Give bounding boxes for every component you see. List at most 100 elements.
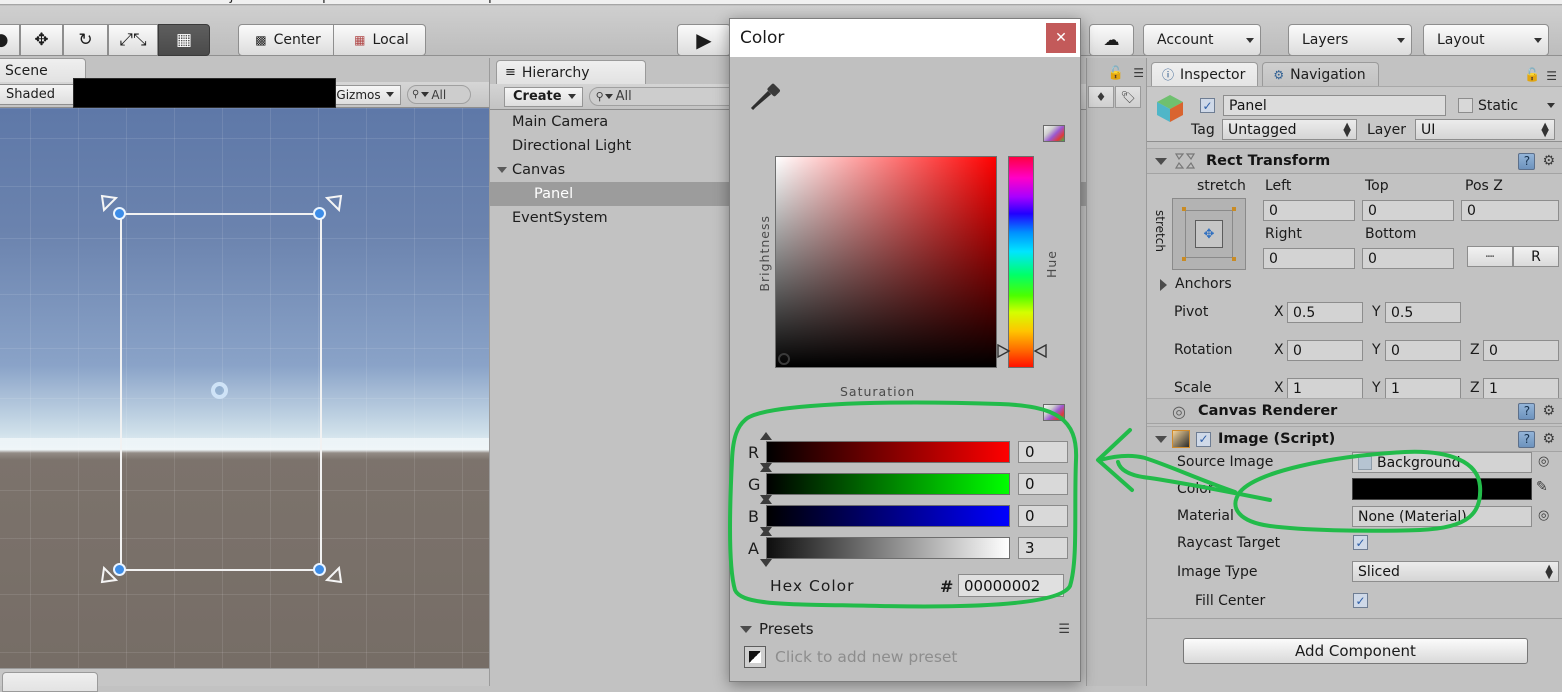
chevron-down-icon[interactable] (497, 167, 507, 173)
add-preset-button[interactable] (744, 646, 766, 668)
channel-r-thumb-top[interactable] (760, 432, 772, 440)
anchor-preset-widget[interactable]: ✥ (1172, 198, 1246, 270)
channel-a-slider[interactable] (766, 537, 1010, 559)
rect-transform-header[interactable]: Rect Transform ? ⚙ (1147, 148, 1562, 174)
help-icon[interactable]: ? (1518, 152, 1536, 170)
eyedropper-icon[interactable] (748, 82, 782, 112)
menu-item-help[interactable]: Help (465, 0, 497, 4)
favorites-icon[interactable]: ♦ (1088, 86, 1114, 108)
channel-g-thumb-top[interactable] (760, 464, 772, 472)
raw-edit-button[interactable]: R (1513, 246, 1559, 267)
channel-b-thumb-top[interactable] (760, 496, 772, 504)
bottom-field[interactable]: 0 (1362, 248, 1454, 269)
channel-b-slider[interactable] (766, 505, 1010, 527)
rotation-x-field[interactable]: 0 (1287, 340, 1363, 361)
chevron-down-icon[interactable] (1155, 435, 1167, 443)
chevron-right-icon[interactable] (1160, 279, 1167, 291)
eyedropper-icon[interactable]: ✎ (1536, 479, 1548, 495)
channel-r-slider[interactable] (766, 441, 1010, 463)
scale-x-field[interactable]: 1 (1287, 378, 1363, 399)
rect-handle-top-right[interactable] (313, 207, 326, 220)
sv-cursor[interactable] (778, 353, 790, 365)
gear-icon[interactable]: ⚙ (1542, 403, 1555, 419)
tab-hierarchy[interactable]: ≡ Hierarchy (496, 60, 646, 84)
close-button[interactable]: ✕ (1046, 23, 1076, 53)
scene-gizmos-button[interactable]: Gizmos (329, 84, 401, 105)
add-component-button[interactable]: Add Component (1183, 638, 1528, 664)
layers-button[interactable]: Layers (1288, 24, 1412, 56)
rect-handle-top-left[interactable] (113, 207, 126, 220)
help-icon[interactable]: ? (1518, 430, 1536, 448)
pivot-mode-button[interactable]: ▩ Center (238, 24, 334, 56)
lock-icon[interactable]: 🔓 (1108, 66, 1124, 81)
posz-field[interactable]: 0 (1461, 200, 1559, 221)
color-swatch-field[interactable] (1352, 478, 1532, 500)
canvas-renderer-header[interactable]: ◎ Canvas Renderer ? ⚙ (1147, 398, 1562, 424)
menu-item-window[interactable]: Window (390, 0, 445, 4)
channel-a-field[interactable]: 3 (1018, 537, 1068, 559)
channel-mode-toggle-icon[interactable] (1043, 404, 1065, 421)
fill-center-checkbox[interactable]: ✓ (1353, 593, 1368, 608)
rect-handle-bottom-right[interactable] (313, 563, 326, 576)
static-checkbox[interactable] (1458, 98, 1473, 113)
tag-icon[interactable]: 🏷 (1115, 86, 1141, 108)
menu-item-assets[interactable]: Assets (90, 0, 136, 4)
hex-color-field[interactable]: 00000002 (958, 574, 1064, 597)
menu-item-component[interactable]: Component (290, 0, 371, 4)
tab-navigation[interactable]: ⚙ Navigation (1262, 62, 1379, 86)
hand-tool-button[interactable]: ● (0, 24, 20, 56)
image-script-header[interactable]: ✓ Image (Script) ? ⚙ (1147, 426, 1562, 452)
left-field[interactable]: 0 (1263, 200, 1355, 221)
rotate-tool-button[interactable]: ↻ (63, 24, 108, 56)
help-icon[interactable]: ? (1518, 402, 1536, 420)
rect-handle-bottom-left[interactable] (113, 563, 126, 576)
right-field[interactable]: 0 (1263, 248, 1355, 269)
pivot-rotation-button[interactable]: ▦ Local (334, 24, 426, 56)
hierarchy-create-button[interactable]: Create (504, 86, 583, 107)
saturation-brightness-square[interactable] (775, 156, 997, 368)
scale-z-field[interactable]: 1 (1483, 378, 1559, 399)
pivot-y-field[interactable]: 0.5 (1385, 302, 1461, 323)
blueprint-mode-button[interactable]: ┈ (1467, 246, 1513, 267)
cloud-button[interactable]: ☁ (1089, 24, 1134, 56)
scale-tool-button[interactable]: ⤢⤡ (108, 24, 158, 56)
raycast-target-checkbox[interactable]: ✓ (1353, 535, 1368, 550)
image-type-dropdown[interactable]: Sliced ▲ ▼ (1352, 561, 1559, 582)
channel-a-thumb-bottom[interactable] (760, 559, 772, 567)
tab-inspector[interactable]: ⓘ Inspector (1151, 62, 1259, 86)
rotation-z-field[interactable]: 0 (1483, 340, 1559, 361)
gear-icon[interactable]: ⚙ (1542, 153, 1555, 169)
move-tool-button[interactable]: ✥ (20, 24, 63, 56)
panel-menu-icon[interactable]: ☰ (1546, 69, 1557, 83)
channel-g-slider[interactable] (766, 473, 1010, 495)
tag-dropdown[interactable]: Untagged ▲ ▼ (1222, 119, 1357, 140)
channel-a-thumb-top[interactable] (760, 528, 772, 536)
current-color-swatch[interactable] (73, 78, 336, 108)
scene-view[interactable] (0, 108, 489, 668)
tab-game[interactable] (2, 672, 98, 692)
layout-button[interactable]: Layout (1423, 24, 1549, 56)
hue-slider[interactable] (1008, 156, 1034, 368)
object-picker-icon[interactable]: ◎ (1538, 508, 1549, 523)
chevron-down-icon[interactable] (740, 625, 752, 633)
scale-y-field[interactable]: 1 (1385, 378, 1461, 399)
chevron-down-icon[interactable] (1547, 103, 1555, 108)
panel-menu-icon[interactable]: ☰ (1058, 622, 1070, 637)
chevron-down-icon[interactable] (1155, 157, 1167, 165)
menu-bar[interactable]: Edit Assets GameObject Component Window … (0, 0, 1562, 5)
color-mode-toggle-icon[interactable] (1043, 125, 1065, 142)
object-enabled-checkbox[interactable]: ✓ (1200, 98, 1215, 113)
object-name-field[interactable]: Panel (1223, 95, 1446, 116)
menu-item-gameobject[interactable]: GameObject (168, 0, 255, 4)
pivot-handle[interactable] (211, 382, 228, 399)
channel-r-field[interactable]: 0 (1018, 441, 1068, 463)
account-button[interactable]: Account (1143, 24, 1261, 56)
source-image-field[interactable]: Background (1352, 452, 1532, 473)
material-field[interactable]: None (Material) (1352, 506, 1532, 527)
scene-search-input[interactable]: ⚲ All (407, 85, 471, 104)
gear-icon[interactable]: ⚙ (1542, 431, 1555, 447)
top-field[interactable]: 0 (1362, 200, 1454, 221)
object-picker-icon[interactable]: ◎ (1538, 454, 1549, 469)
presets-header[interactable]: Presets ☰ (740, 618, 1070, 640)
rect-tool-button[interactable]: ▦ (158, 24, 210, 56)
